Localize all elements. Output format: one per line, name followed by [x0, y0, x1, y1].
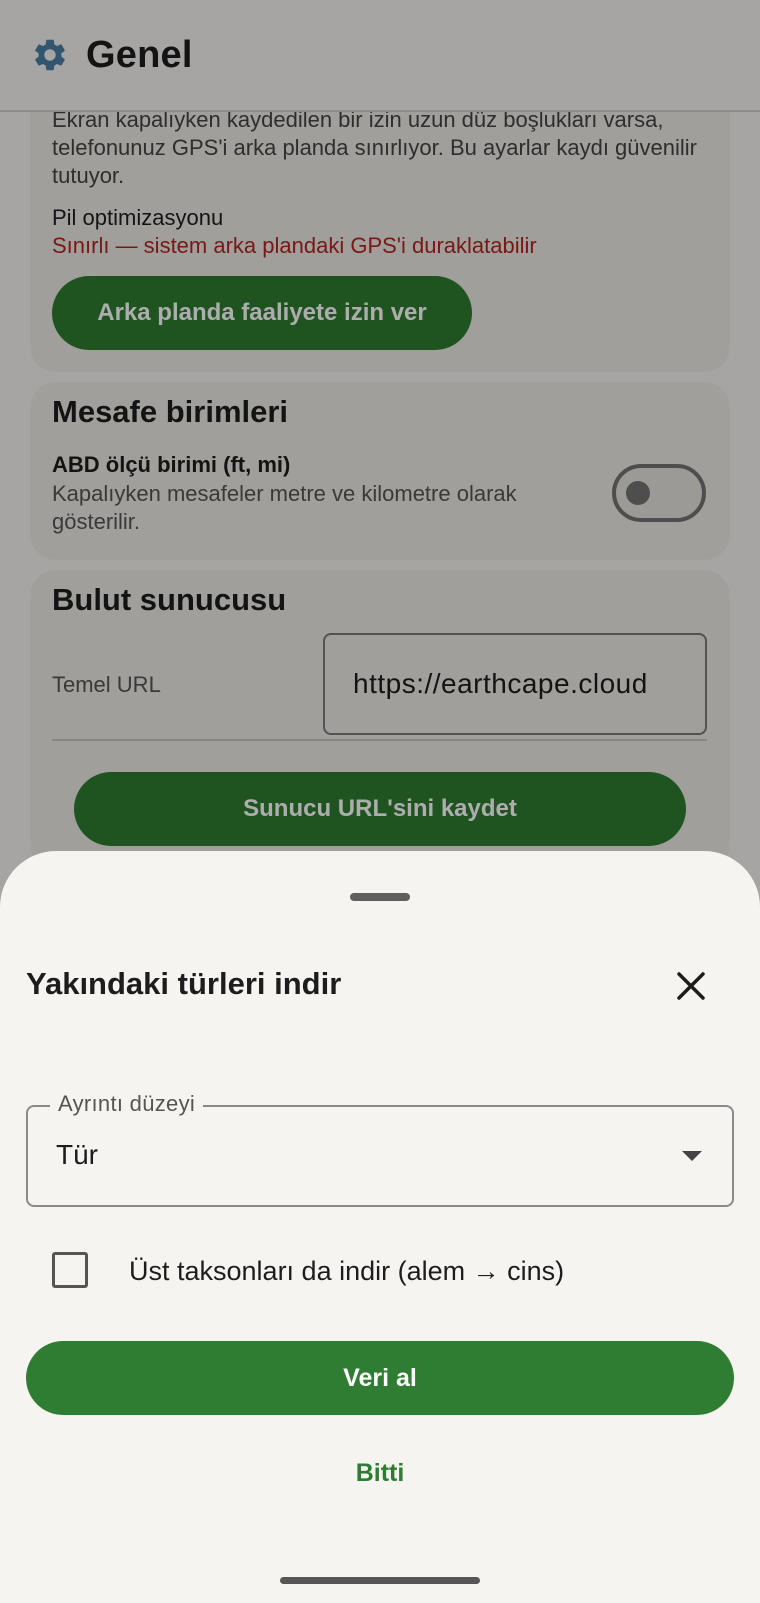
home-indicator[interactable] — [280, 1577, 480, 1584]
detail-level-select[interactable]: Ayrıntı düzeyi Tür — [26, 1091, 734, 1207]
close-icon — [677, 972, 705, 1000]
sheet-drag-handle[interactable] — [350, 893, 410, 901]
include-parent-taxa-checkbox[interactable] — [52, 1252, 88, 1288]
include-parent-taxa-label[interactable]: Üst taksonları da indir (alem → cins) — [129, 1256, 564, 1287]
download-species-sheet: Yakındaki türleri indir Ayrıntı düzeyi T… — [0, 851, 760, 1603]
screen: Ekran kapalıyken kaydedilen bir izin uzu… — [0, 0, 760, 1603]
detail-level-value: Tür — [56, 1139, 98, 1170]
detail-level-label: Ayrıntı düzeyi — [50, 1091, 204, 1117]
sheet-title: Yakındaki türleri indir — [26, 966, 342, 1001]
dropdown-arrow-icon — [682, 1151, 702, 1161]
fetch-data-button[interactable]: Veri al — [26, 1341, 734, 1415]
close-button[interactable] — [668, 963, 714, 1009]
done-button[interactable]: Bitti — [330, 1431, 430, 1515]
